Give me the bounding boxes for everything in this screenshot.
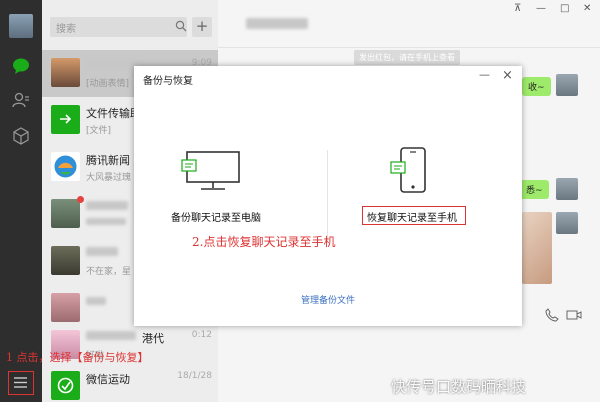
favorites-cube-icon[interactable]	[12, 127, 30, 145]
chat-avatar	[51, 58, 80, 87]
menu-icon	[14, 377, 27, 388]
mobile-phone-icon[interactable]	[389, 146, 429, 196]
dialog-minimize-button[interactable]: —	[479, 68, 490, 81]
close-button[interactable]: ✕	[583, 3, 591, 14]
chat-icon[interactable]	[12, 57, 30, 75]
chat-preview: [文件]	[86, 126, 112, 136]
dialog-close-button[interactable]: ×	[502, 68, 513, 83]
pin-button[interactable]: ⊼	[514, 3, 521, 14]
annotation-step-2: 2.点击恢复聊天记录至手机	[192, 235, 336, 249]
chat-preview: 大风暴过瑰	[86, 173, 132, 183]
chat-header: ⊼ — □ ✕	[218, 0, 600, 48]
unread-dot	[77, 196, 84, 203]
computer-icon[interactable]	[181, 150, 245, 192]
restore-to-phone-option[interactable]: 恢复聊天记录至手机	[367, 209, 457, 224]
video-call-icon[interactable]	[566, 309, 582, 321]
contact-avatar	[556, 178, 578, 200]
chat-title: 腾讯新闻	[86, 154, 130, 167]
backup-to-pc-option[interactable]: 备份聊天记录至电脑	[171, 209, 261, 224]
system-message: 发出红包，请在手机上查看	[354, 50, 460, 65]
chat-avatar	[51, 199, 80, 228]
chat-title: 港代	[142, 332, 164, 345]
watermark: 快传号口数码晒科技	[391, 378, 527, 396]
chat-preview: 不在家，星	[86, 267, 132, 277]
annotation-step-1: 1 点击，选择【备份与恢复】	[6, 351, 149, 364]
search-placeholder: 搜索	[56, 24, 76, 35]
search-icon	[175, 20, 187, 32]
minimize-button[interactable]: —	[536, 3, 546, 14]
dialog-title: 备份与恢复	[143, 76, 193, 87]
contact-avatar	[556, 212, 578, 234]
chat-row[interactable]: 微信运动 18/1/28	[42, 363, 218, 402]
chat-avatar	[51, 293, 80, 322]
message-bubble[interactable]: 悉~	[520, 180, 549, 199]
search-input[interactable]: 搜索	[50, 17, 187, 37]
menu-button[interactable]	[8, 371, 34, 395]
maximize-button[interactable]: □	[560, 3, 569, 14]
chat-time: 0:12	[191, 330, 212, 340]
chat-time: 18/1/28	[177, 371, 212, 381]
contacts-icon[interactable]	[12, 91, 30, 109]
add-button[interactable]: +	[192, 17, 212, 37]
chat-preview: [动画表情]	[86, 79, 130, 89]
divider	[327, 150, 328, 242]
tencent-news-icon	[51, 152, 80, 181]
chat-avatar	[51, 246, 80, 275]
backup-restore-dialog: 备份与恢复 — × 备份聊天记录至电脑 恢复聊天记录至手机 管理备份文件	[134, 66, 522, 326]
manage-backup-link[interactable]: 管理备份文件	[301, 293, 355, 306]
image-message[interactable]	[522, 212, 552, 284]
phone-icon[interactable]	[545, 308, 559, 322]
chat-title: 文件传输助	[86, 107, 141, 120]
message-bubble[interactable]: 收~	[522, 77, 551, 96]
file-transfer-icon	[51, 105, 80, 134]
chat-title: 微信运动	[86, 373, 130, 386]
contact-avatar	[556, 74, 578, 96]
nav-bar	[0, 0, 42, 402]
user-avatar[interactable]	[9, 14, 33, 38]
wechat-sport-icon	[51, 371, 80, 400]
